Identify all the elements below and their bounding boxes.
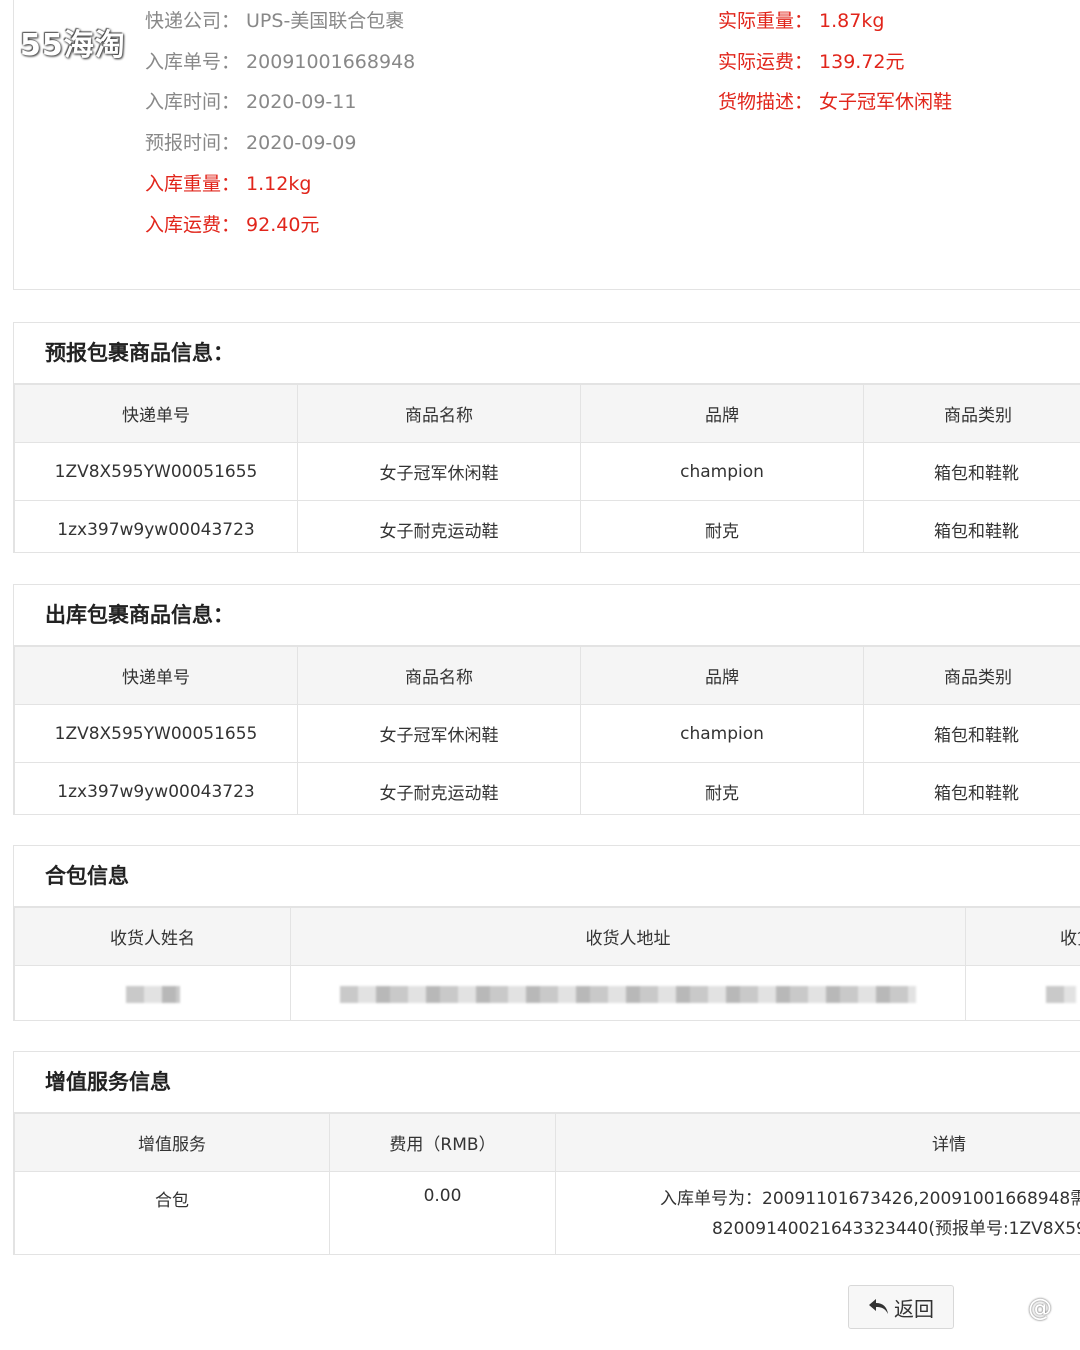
merge-section-title: 合包信息 bbox=[14, 846, 1080, 907]
service-fee: 0.00 bbox=[329, 1171, 556, 1254]
info-value: 1.12kg bbox=[246, 173, 312, 195]
info-line: 入库重量： 1.12kg bbox=[145, 169, 311, 196]
info-label: 快递公司： bbox=[145, 9, 241, 32]
info-line: 入库时间： 2020-09-11 bbox=[145, 87, 356, 114]
forecast-section-title: 预报包裹商品信息： bbox=[14, 323, 1080, 384]
info-label: 实际重量： bbox=[718, 9, 814, 32]
category: 箱包和鞋靴 bbox=[863, 762, 1080, 814]
col-fee: 费用（RMB） bbox=[329, 1113, 556, 1172]
info-label: 入库重量： bbox=[145, 173, 241, 195]
product-name: 女子冠军休闲鞋 bbox=[297, 704, 581, 763]
info-line: 预报时间： 2020-09-09 bbox=[145, 128, 356, 155]
info-line: 快递公司： UPS-美国联合包裹 bbox=[145, 6, 404, 33]
info-value: 2020-09-11 bbox=[246, 91, 357, 114]
brand: 耐克 bbox=[580, 762, 864, 814]
watermark-logo: 55海淘 bbox=[20, 28, 126, 63]
col-brand: 品牌 bbox=[580, 384, 864, 443]
col-detail: 详情 bbox=[555, 1113, 1080, 1172]
info-value: 女子冠军休闲鞋 bbox=[819, 91, 953, 114]
info-line: 入库运费： 92.40元 bbox=[145, 210, 319, 237]
table-row: 1ZV8X595YW00051655 女子冠军休闲鞋 champion 箱包和鞋… bbox=[14, 704, 1080, 763]
back-button[interactable]: 返回 bbox=[848, 1285, 954, 1329]
table-row: 1zx397w9yw00043723 女子耐克运动鞋 耐克 箱包和鞋靴 bbox=[14, 500, 1080, 552]
table-row: 合包 0.00 入库单号为：20091101673426,20091001668… bbox=[14, 1171, 1080, 1254]
category: 箱包和鞋靴 bbox=[863, 442, 1080, 501]
info-line: 入库单号： 20091001668948 bbox=[145, 47, 415, 74]
info-label: 实际运费： bbox=[718, 50, 814, 73]
info-line: 货物描述： 女子冠军休闲鞋 bbox=[718, 87, 952, 114]
undo-arrow-icon bbox=[869, 1299, 888, 1314]
brand: champion bbox=[580, 704, 864, 763]
info-label: 货物描述： bbox=[718, 91, 814, 114]
info-value: 20091001668948 bbox=[246, 50, 416, 73]
product-name: 女子冠军休闲鞋 bbox=[297, 442, 581, 501]
product-name: 女子耐克运动鞋 bbox=[297, 500, 581, 552]
product-name: 女子耐克运动鞋 bbox=[297, 762, 581, 814]
back-button-label: 返回 bbox=[894, 1296, 934, 1321]
table-row bbox=[14, 965, 1080, 1020]
info-value: 139.72元 bbox=[819, 50, 905, 73]
col-recipient-address: 收货人地址 bbox=[290, 907, 966, 966]
tracking-number: 1ZV8X595YW00051655 bbox=[14, 442, 298, 501]
col-tracking-number: 快递单号 bbox=[14, 646, 298, 705]
col-product-name: 商品名称 bbox=[297, 646, 581, 705]
info-line: 实际运费： 139.72元 bbox=[718, 47, 905, 74]
brand: 耐克 bbox=[580, 500, 864, 552]
service-detail: 入库单号为：20091101673426,20091001668948需要 82… bbox=[555, 1171, 1080, 1254]
forecast-items-section: 预报包裹商品信息： 快递单号 商品名称 品牌 商品类别 1ZV8X595YW00… bbox=[13, 322, 1080, 553]
value-added-services-section: 增值服务信息 增值服务 费用（RMB） 详情 合包 0.00 入库单号为：200… bbox=[13, 1051, 1080, 1255]
col-product-name: 商品名称 bbox=[297, 384, 581, 443]
watermark-at-sign: @ bbox=[1028, 1294, 1052, 1322]
col-recipient-phone: 收货 bbox=[965, 907, 1080, 966]
col-brand: 品牌 bbox=[580, 646, 864, 705]
recipient-phone-redacted bbox=[965, 965, 1080, 1020]
info-value: 2020-09-09 bbox=[246, 132, 357, 155]
merge-info-section: 合包信息 收货人姓名 收货人地址 收货 bbox=[13, 845, 1080, 1021]
info-value: 1.87kg bbox=[819, 9, 885, 32]
merge-info-table: 收货人姓名 收货人地址 收货 bbox=[14, 907, 1080, 1020]
outbound-items-table: 快递单号 商品名称 品牌 商品类别 1ZV8X595YW00051655 女子冠… bbox=[14, 646, 1080, 814]
service-detail-line1: 入库单号为：20091101673426,20091001668948需要 bbox=[660, 1189, 1080, 1209]
tracking-number: 1zx397w9yw00043723 bbox=[14, 762, 298, 814]
tracking-number: 1ZV8X595YW00051655 bbox=[14, 704, 298, 763]
category: 箱包和鞋靴 bbox=[863, 500, 1080, 552]
info-line: 实际重量： 1.87kg bbox=[718, 6, 884, 33]
info-label: 预报时间： bbox=[145, 132, 241, 155]
table-row: 1zx397w9yw00043723 女子耐克运动鞋 耐克 箱包和鞋靴 bbox=[14, 762, 1080, 814]
outbound-section-title: 出库包裹商品信息： bbox=[14, 585, 1080, 646]
tracking-number: 1zx397w9yw00043723 bbox=[14, 500, 298, 552]
category: 箱包和鞋靴 bbox=[863, 704, 1080, 763]
col-recipient-name: 收货人姓名 bbox=[14, 907, 291, 966]
info-value: 92.40元 bbox=[246, 213, 320, 236]
table-row: 1ZV8X595YW00051655 女子冠军休闲鞋 champion 箱包和鞋… bbox=[14, 442, 1080, 501]
col-category: 商品类别 bbox=[863, 384, 1080, 443]
services-section-title: 增值服务信息 bbox=[14, 1052, 1080, 1113]
service-name: 合包 bbox=[14, 1171, 330, 1254]
col-service: 增值服务 bbox=[14, 1113, 330, 1172]
outbound-items-section: 出库包裹商品信息： 快递单号 商品名称 品牌 商品类别 1ZV8X595YW00… bbox=[13, 584, 1080, 815]
info-label: 入库时间： bbox=[145, 91, 241, 114]
recipient-address-redacted bbox=[290, 965, 966, 1020]
col-category: 商品类别 bbox=[863, 646, 1080, 705]
info-label: 入库运费： bbox=[145, 213, 241, 236]
service-detail-line2: 82009140021643323440(预报单号:1ZV8X595Y bbox=[712, 1219, 1080, 1239]
info-value: UPS-美国联合包裹 bbox=[246, 9, 405, 32]
brand: champion bbox=[580, 442, 864, 501]
col-tracking-number: 快递单号 bbox=[14, 384, 298, 443]
package-info-card: 入库信息：海外快递单号：1ZV8X595YW00051655快递公司：UPS-美… bbox=[13, 0, 1080, 290]
info-label: 入库单号： bbox=[145, 50, 241, 73]
forecast-items-table: 快递单号 商品名称 品牌 商品类别 1ZV8X595YW00051655 女子冠… bbox=[14, 384, 1080, 552]
services-table: 增值服务 费用（RMB） 详情 合包 0.00 入库单号为：2009110167… bbox=[14, 1113, 1080, 1254]
recipient-name-redacted bbox=[14, 965, 291, 1020]
